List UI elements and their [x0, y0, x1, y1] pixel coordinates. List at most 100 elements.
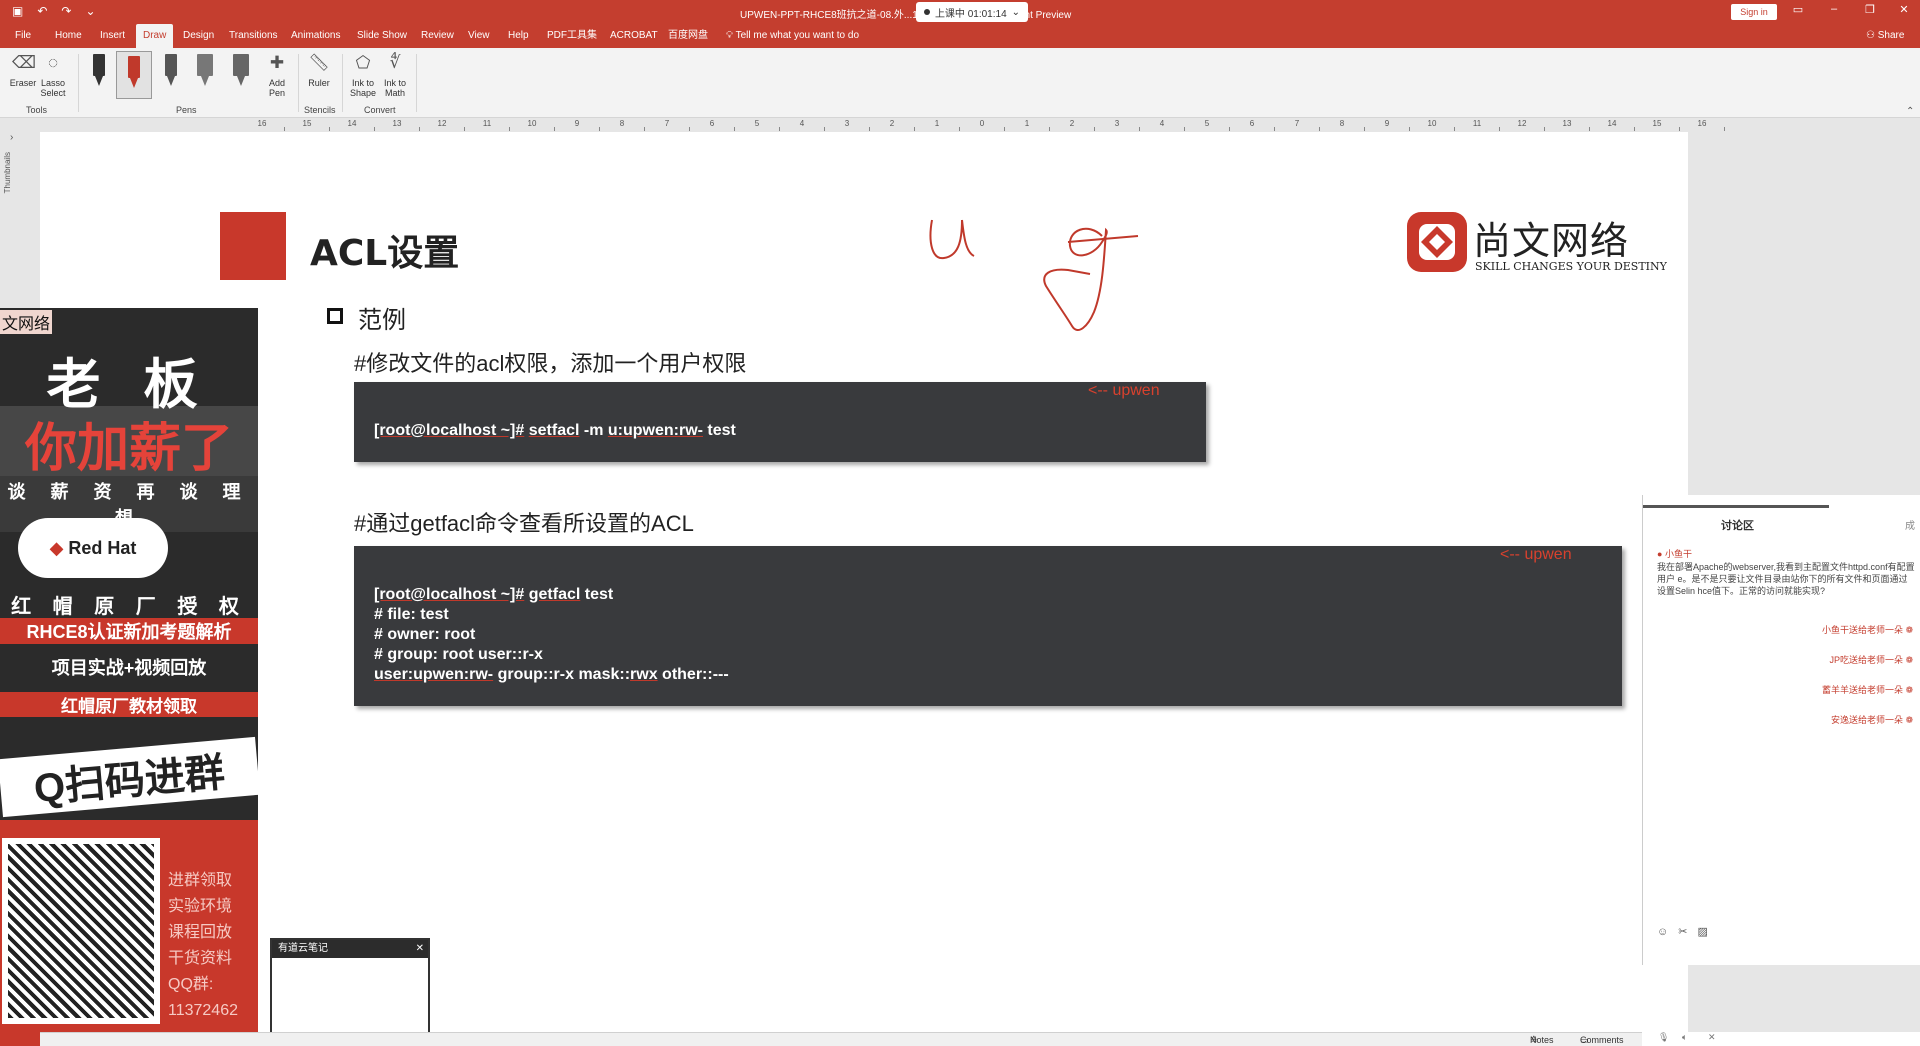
undo-icon[interactable]: ↶: [37, 4, 47, 18]
discussion-tab[interactable]: 讨论区: [1721, 517, 1754, 533]
tab-transitions[interactable]: Transitions: [222, 24, 285, 48]
add-pen-button[interactable]: ✚ Add Pen: [260, 52, 294, 98]
share-button[interactable]: ⚇ Share: [1866, 24, 1904, 48]
ruler-tick: [689, 127, 690, 131]
tab-home[interactable]: Home: [48, 24, 89, 48]
chevron-down-icon: ⌄: [1011, 6, 1021, 18]
ruler-number: 9: [574, 119, 580, 128]
lasso-select-button[interactable]: ◌ Lasso Select: [36, 52, 70, 98]
ink-annotation: [929, 219, 1139, 331]
image-icon[interactable]: ▨: [1697, 926, 1717, 938]
code-line: # file: test: [374, 606, 449, 623]
ruler-button[interactable]: 📏︎ Ruler: [302, 52, 336, 88]
note-window-header[interactable]: 有道云笔记 ✕: [272, 940, 428, 958]
pen-red-selected[interactable]: [116, 51, 152, 99]
redo-icon[interactable]: ↷: [61, 4, 71, 18]
sign-in-button[interactable]: Sign in: [1731, 4, 1777, 20]
ruler-tick: [1274, 127, 1275, 131]
ruler-tick: [1319, 127, 1320, 131]
eraser-label: Eraser: [9, 78, 37, 88]
expand-icon[interactable]: ›: [10, 132, 13, 143]
mic-icon[interactable]: 🎙︎: [1658, 1032, 1669, 1043]
speaker-icon[interactable]: 🔈︎: [1682, 1032, 1687, 1043]
tab-acrobat[interactable]: ACROBAT: [603, 24, 665, 48]
tab-slide-show[interactable]: Slide Show: [350, 24, 414, 48]
ink-to-shape-button[interactable]: ⬠ Ink to Shape: [346, 52, 380, 98]
ruler-tick: [959, 127, 960, 131]
panel-tab-indicator: [1643, 505, 1829, 508]
plus-icon: ✚: [269, 53, 285, 72]
title-bar: ▣ ↶ ↷ ⌄ UPWEN-PPT-RHCE8班抗之道-08.外...12105…: [0, 0, 1920, 24]
highlighter-dark[interactable]: [232, 54, 250, 88]
tab-file[interactable]: File: [8, 24, 38, 48]
customize-icon[interactable]: ⌄: [85, 4, 95, 18]
minimize-icon[interactable]: –: [1822, 3, 1846, 15]
code-annotation: <-- upwen: [1500, 546, 1572, 563]
ruler-tick: [1364, 127, 1365, 131]
restore-icon[interactable]: ❐: [1858, 3, 1882, 16]
lasso-icon: ◌: [47, 53, 59, 72]
chat-message: 我在部署Apache的webserver,我看到主配置文件httpd.conf有…: [1657, 562, 1915, 596]
share-label: Share: [1877, 30, 1905, 41]
code-line: user:upwen:rw- group::r-x mask::rwx othe…: [374, 666, 729, 683]
youdao-note-window[interactable]: 有道云笔记 ✕: [270, 938, 430, 1046]
ink-to-math-button[interactable]: ∜ Ink to Math: [378, 52, 412, 98]
ruler-tick: [284, 127, 285, 131]
ruler-tick: [1544, 127, 1545, 131]
highlighter-gray[interactable]: [196, 54, 214, 88]
notes-label: Notes: [1530, 1035, 1554, 1045]
chat-toolbar: ☺✂▨: [1657, 925, 1718, 938]
ruler-tick: [419, 127, 420, 131]
tab-draw[interactable]: Draw: [136, 24, 174, 48]
close-icon[interactable]: ✕: [1892, 3, 1916, 16]
avatar: ●: [1657, 549, 1665, 559]
save-icon[interactable]: ▣: [12, 4, 23, 18]
chat-username-label: 小鱼干: [1664, 549, 1692, 559]
code-line: # owner: root: [374, 626, 476, 643]
slide-title: ACL设置: [310, 233, 460, 274]
slide-canvas[interactable]: ACL设置 尚文网络 SKILL CHANGES YOUR DESTINY 范例…: [40, 132, 1688, 1032]
ruler-number: 3: [844, 119, 850, 128]
pin-icon[interactable]: ✕: [1708, 1032, 1716, 1043]
ad-side-text: 进群领取 实验环境 课程回放 干货资料 QQ群: 11372462: [168, 868, 248, 1024]
ruler-number: 1: [1024, 119, 1030, 128]
code-block-setfacl: <-- upwen [root@localhost ~]# setfacl -m…: [354, 382, 1206, 462]
tab-animations[interactable]: Animations: [284, 24, 347, 48]
scissors-icon[interactable]: ✂: [1678, 926, 1697, 938]
tab-view[interactable]: View: [461, 24, 497, 48]
ruler-tick: [509, 127, 510, 131]
horizontal-ruler: 16 15 14 13 12 11 10 9 8 7 6 5 4 3 2 1 0 1 2 3 4 5 6 7 8 9 10 11 12 1…: [0, 118, 1920, 132]
ruler-number: 9: [1384, 119, 1390, 128]
tab-review[interactable]: Review: [414, 24, 461, 48]
group-separator: [416, 54, 417, 112]
eraser-button[interactable]: ⌫ Eraser: [6, 52, 40, 88]
qr-code[interactable]: [2, 838, 160, 1024]
tell-me-search[interactable]: 💡︎ Tell me what you want to do: [726, 24, 859, 48]
ruler-number: 6: [709, 119, 715, 128]
pencil-gray[interactable]: [162, 54, 180, 88]
ruler-number: 7: [1294, 119, 1300, 128]
ruler-number: 14: [347, 119, 357, 128]
add-pen-label: Add Pen: [268, 78, 285, 98]
recording-indicator[interactable]: 上课中 01:01:14 ⌄: [916, 2, 1028, 22]
secondary-tab[interactable]: 成: [1905, 517, 1915, 532]
ribbon-display-icon[interactable]: ▭: [1786, 3, 1810, 16]
discussion-panel: 讨论区 成 ● 小鱼干 我在部署Apache的webserver,我看到主配置文…: [1642, 495, 1920, 965]
ruler-number: 8: [1339, 119, 1345, 128]
tab-insert[interactable]: Insert: [93, 24, 132, 48]
bullet-square-icon: [327, 308, 343, 324]
tab-baidu-netdisk[interactable]: 百度网盘: [661, 24, 715, 48]
ruler-tick: [1724, 127, 1725, 131]
hat-icon: ◆: [49, 538, 69, 558]
company-logo: 尚文网络 SKILL CHANGES YOUR DESTINY: [1405, 210, 1675, 280]
emoji-icon[interactable]: ☺: [1657, 926, 1678, 938]
tab-design[interactable]: Design: [176, 24, 221, 48]
ruler-tick: [1634, 127, 1635, 131]
ad-line-7: 项目实战+视频回放: [51, 658, 207, 678]
collapse-ribbon-icon[interactable]: ⌃: [1906, 106, 1914, 117]
pen-black[interactable]: [90, 54, 108, 88]
close-icon[interactable]: ✕: [416, 940, 424, 958]
tab-pdf-tools[interactable]: PDF工具集: [540, 24, 604, 48]
tab-help[interactable]: Help: [501, 24, 536, 48]
ruler-tick: [1679, 127, 1680, 131]
